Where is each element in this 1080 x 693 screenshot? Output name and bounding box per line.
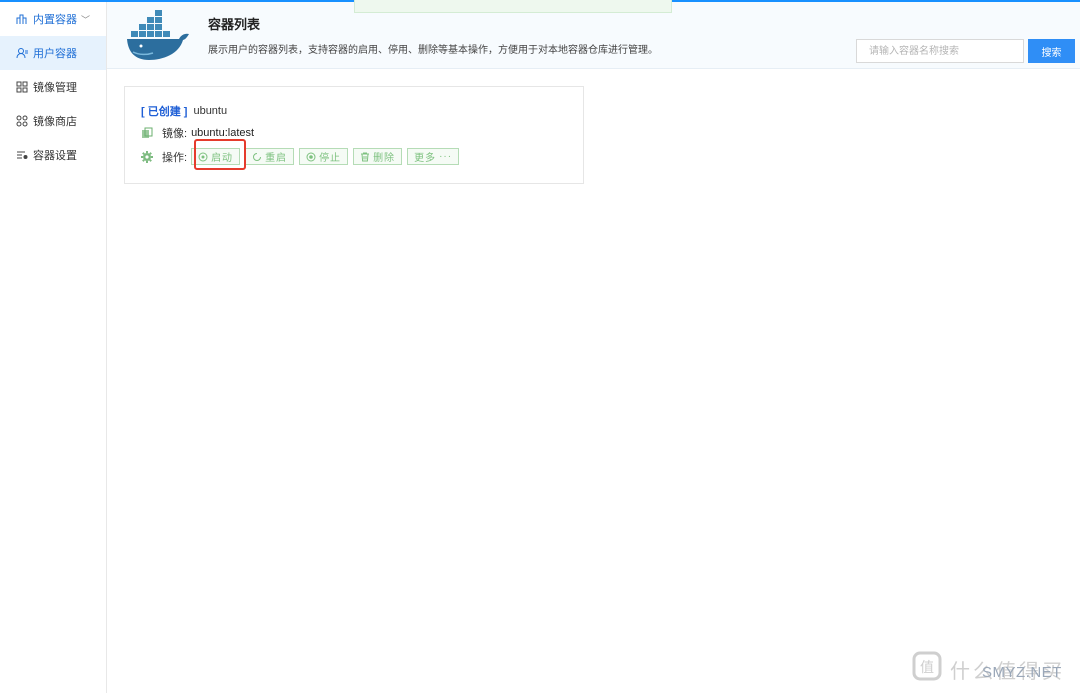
delete-button-label: 删除 [373,153,396,164]
container-icon [16,13,28,25]
user-icon [16,47,28,59]
sidebar-item-image-management[interactable]: 镜像管理 [0,70,106,104]
sidebar-item-container-settings[interactable]: 容器设置 [0,138,106,172]
actions-label: 操作: [162,151,188,164]
stop-button[interactable]: 停止 [299,148,349,165]
status-badge: [ 已创建 ] [141,106,188,118]
sidebar-item-label: 用户容器 [33,48,77,60]
restart-button-label: 重启 [265,153,288,164]
sidebar-item-label: 容器设置 [33,150,77,162]
restart-button[interactable]: 重启 [245,148,295,165]
docker-whale-logo [125,10,191,62]
more-button[interactable]: 更多 ··· [407,148,460,165]
stop-circle-icon [306,152,316,162]
sidebar-item-label: 镜像商店 [33,116,77,128]
container-name: ubuntu [193,105,228,117]
gear-icon [141,150,153,163]
refresh-icon [252,152,262,162]
watermark-logo-icon: 值 [912,651,942,683]
search-input[interactable] [856,39,1024,63]
stop-button-label: 停止 [319,153,342,164]
container-card: [ 已创建 ] ubuntu 镜像: ubuntu:latest 操作: 启动 … [124,86,584,184]
sidebar-group-builtin[interactable]: 内置容器 ﹀ [0,2,106,36]
more-icon: ··· [439,151,453,162]
more-button-label: 更多 [414,153,437,164]
trash-icon [360,152,370,162]
svg-text:值: 值 [920,660,934,676]
apps-icon [16,115,28,127]
search-button[interactable]: 搜索 [1028,39,1075,63]
page-description: 展示用户的容器列表，支持容器的启用、停用、删除等基本操作，方便用于对本地容器仓库… [208,45,658,56]
page-title: 容器列表 [208,17,261,32]
image-value: ubuntu:latest [191,127,255,139]
image-label: 镜像: [162,128,188,140]
sidebar-item-image-store[interactable]: 镜像商店 [0,104,106,138]
chevron-down-icon: ﹀ [81,14,91,25]
sidebar-item-label: 镜像管理 [33,82,77,94]
container-title-row: [ 已创建 ] ubuntu [141,103,227,119]
container-actions-row: 操作: 启动 重启 停止 删除 更多 ··· [141,148,464,165]
highlight-box [194,139,246,170]
notification-toast [354,0,672,13]
sidebar-group-label: 内置容器 [33,14,77,26]
settings-list-icon [16,149,28,161]
sidebar-item-user-containers[interactable]: 用户容器 [0,36,106,70]
watermark-sub: SMYZ.NET [982,664,1062,681]
grid-icon [16,81,28,93]
delete-button[interactable]: 删除 [353,148,403,165]
copy-icon [141,127,153,139]
sidebar: 内置容器 ﹀ 用户容器 镜像管理 镜像商店 容器设置 [0,2,107,693]
